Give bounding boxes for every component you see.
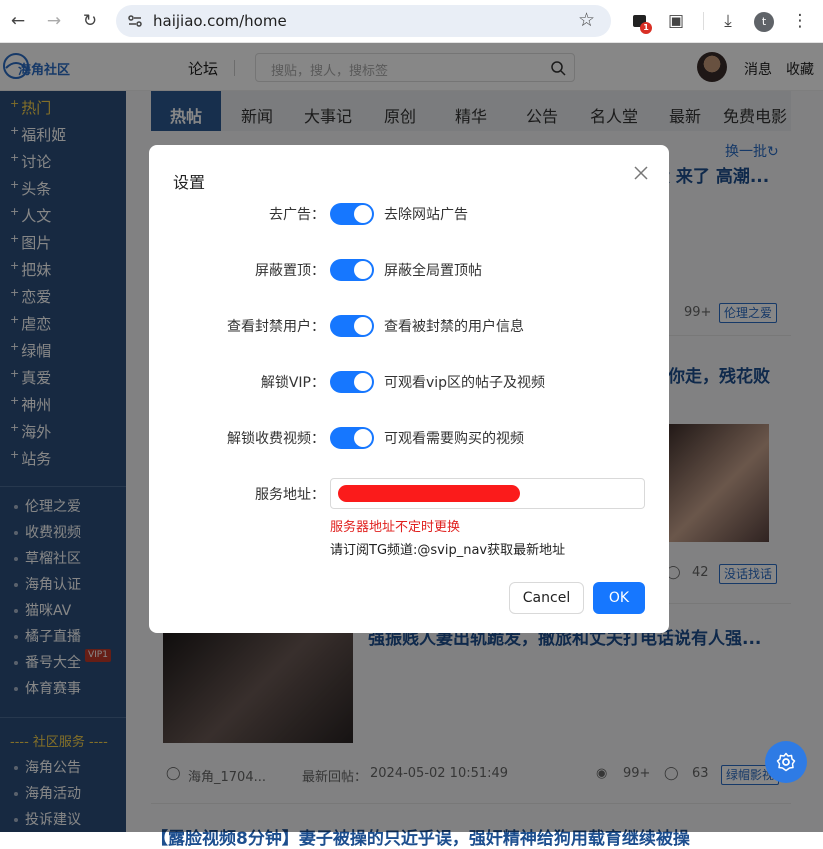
reload-icon[interactable]: ↻ bbox=[77, 8, 103, 34]
toolbar-divider bbox=[703, 12, 704, 30]
address-hint: 请订阅TG频道:@svip_nav获取最新地址 bbox=[330, 543, 566, 558]
settings-fab[interactable] bbox=[765, 741, 807, 783]
field-label-remove-ads: 去广告： bbox=[269, 207, 325, 223]
site-settings-icon[interactable] bbox=[127, 13, 143, 29]
modal-title: 设置 bbox=[173, 173, 206, 192]
download-icon[interactable]: ⤓ bbox=[716, 9, 740, 33]
field-label-paid-videos: 解锁收费视频： bbox=[227, 431, 325, 447]
url-text: haijiao.com/home bbox=[153, 12, 287, 30]
toggle-banned-users[interactable] bbox=[330, 315, 374, 337]
field-label-banned-users: 查看封禁用户： bbox=[227, 319, 325, 335]
extension-badge: 1 bbox=[640, 22, 652, 34]
close-icon[interactable] bbox=[632, 164, 650, 182]
field-desc-unlock-vip: 可观看vip区的帖子及视频 bbox=[384, 375, 546, 391]
extensions-puzzle-icon[interactable]: ▣ bbox=[664, 9, 688, 33]
cancel-button[interactable]: Cancel bbox=[509, 582, 584, 614]
back-icon[interactable]: ← bbox=[5, 8, 31, 34]
browser-toolbar: ← → ↻ haijiao.com/home ☆ 1 ▣ ⤓ t ⋮ bbox=[0, 0, 823, 43]
field-desc-block-pinned: 屏蔽全局置顶帖 bbox=[384, 263, 482, 279]
toggle-remove-ads[interactable] bbox=[330, 203, 374, 225]
field-desc-banned-users: 查看被封禁的用户信息 bbox=[384, 319, 524, 335]
service-address-input[interactable] bbox=[330, 478, 645, 509]
gear-icon bbox=[776, 752, 796, 772]
ok-button[interactable]: OK bbox=[593, 582, 645, 614]
toggle-block-pinned[interactable] bbox=[330, 259, 374, 281]
profile-avatar[interactable]: t bbox=[754, 12, 774, 32]
redacted-address bbox=[338, 485, 520, 502]
field-label-unlock-vip: 解锁VIP： bbox=[260, 375, 325, 391]
field-desc-paid-videos: 可观看需要购买的视频 bbox=[384, 431, 524, 447]
field-label-block-pinned: 屏蔽置顶： bbox=[255, 263, 325, 279]
field-label-service-address: 服务地址： bbox=[255, 487, 325, 503]
address-bar[interactable]: haijiao.com/home ☆ bbox=[116, 5, 611, 37]
bookmark-star-icon[interactable]: ☆ bbox=[578, 9, 595, 31]
settings-modal: 设置 去广告： 去除网站广告 屏蔽置顶： 屏蔽全局置顶帖 查看封禁用户： 查看被… bbox=[149, 145, 669, 633]
address-warning: 服务器地址不定时更换 bbox=[330, 520, 461, 535]
forward-icon[interactable]: → bbox=[41, 8, 67, 34]
toggle-paid-videos[interactable] bbox=[330, 427, 374, 449]
field-desc-remove-ads: 去除网站广告 bbox=[384, 207, 468, 223]
toggle-unlock-vip[interactable] bbox=[330, 371, 374, 393]
more-menu-icon[interactable]: ⋮ bbox=[788, 9, 812, 33]
